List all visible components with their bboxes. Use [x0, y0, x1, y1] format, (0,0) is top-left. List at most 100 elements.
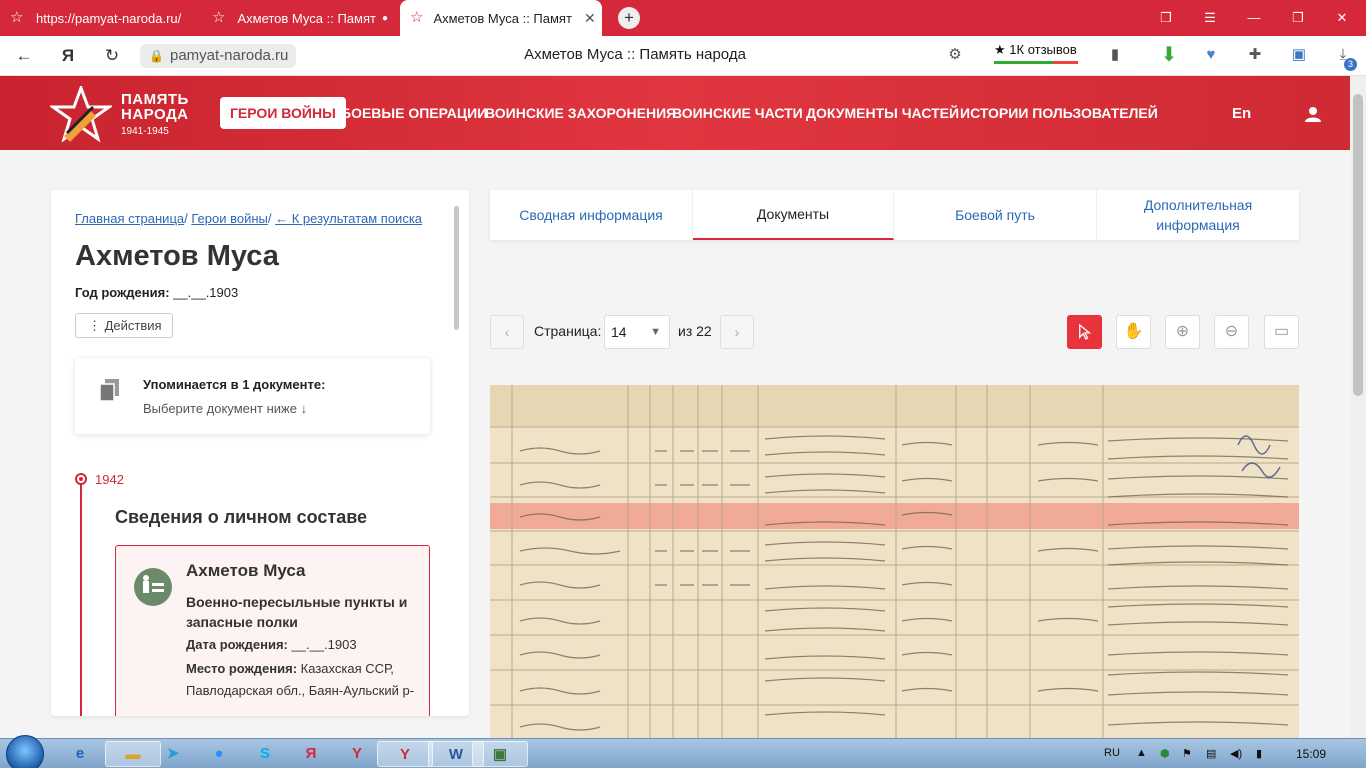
- browser-tab-1[interactable]: ☆ https://pamyat-naroda.ru/: [0, 0, 200, 36]
- timeline-line: [80, 479, 82, 716]
- birth-year: Год рождения: __.__.1903: [75, 285, 238, 300]
- yandex-icon[interactable]: Я: [56, 44, 80, 68]
- skype-icon[interactable]: S: [245, 741, 285, 767]
- tab-additional-info[interactable]: Дополнительная информация: [1097, 190, 1299, 240]
- url-text: pamyat-naroda.ru: [170, 47, 289, 64]
- zoom-icon[interactable]: ●: [199, 741, 239, 767]
- page-select[interactable]: 14 ▼: [604, 315, 670, 349]
- restore-icon[interactable]: ❐: [1278, 0, 1318, 36]
- scanned-register-page: [490, 385, 1299, 745]
- reviews-widget[interactable]: ★ 1К отзывов: [994, 42, 1078, 64]
- person-panel: Главная страница/ Герои войны/ ← К резул…: [51, 190, 469, 716]
- actions-button[interactable]: ⋮ Действия: [75, 313, 173, 338]
- breadcrumb-heroes[interactable]: Герои войны: [191, 211, 268, 226]
- minimize-icon[interactable]: —: [1234, 0, 1274, 36]
- logo-star-icon[interactable]: [50, 86, 112, 142]
- fullscreen-button[interactable]: ▭: [1264, 315, 1299, 349]
- flag-icon[interactable]: ⚑: [1182, 747, 1192, 760]
- lock-icon: 🔒: [149, 49, 164, 63]
- browser-tab-3-active[interactable]: ☆ Ахметов Муса :: Памят ✕: [400, 0, 602, 36]
- heart-icon[interactable]: ♥: [1200, 44, 1222, 66]
- record-birth-place: Место рождения: Казахская ССР, Павлодарс…: [186, 658, 422, 702]
- yandex-icon[interactable]: Я: [291, 741, 331, 767]
- breadcrumb: Главная страница/ Герои войны/ ← К резул…: [75, 211, 423, 226]
- language-indicator[interactable]: RU: [1104, 747, 1120, 759]
- document-scan-image[interactable]: [490, 385, 1299, 745]
- yandex-browser-active-icon[interactable]: Y: [377, 741, 433, 767]
- zoom-in-button[interactable]: ⊕: [1165, 315, 1200, 349]
- tab-summary[interactable]: Сводная информация: [490, 190, 693, 240]
- logo-text[interactable]: ПАМЯТЬ НАРОДА: [121, 92, 189, 122]
- browser-tab-label: Ахметов Муса :: Памят: [433, 10, 572, 26]
- logo-years: 1941-1945: [121, 126, 169, 137]
- extensions-icon[interactable]: ⚙: [944, 44, 966, 66]
- new-tab-button[interactable]: +: [618, 7, 640, 29]
- volume-icon[interactable]: ◀): [1230, 747, 1242, 760]
- yandex-browser-icon[interactable]: Y: [337, 741, 377, 767]
- back-icon[interactable]: ←: [12, 44, 36, 68]
- zoom-out-button[interactable]: ⊖: [1214, 315, 1249, 349]
- browser-tab-label: Ахметов Муса :: Памят: [237, 10, 376, 26]
- close-window-icon[interactable]: ✕: [1322, 0, 1362, 36]
- documents-icon: [99, 379, 119, 402]
- record-type: Военно-пересыльные пункты и запасные пол…: [186, 594, 408, 630]
- menu-units[interactable]: ВОИНСКИЕ ЧАСТИ: [672, 97, 803, 129]
- birth-year-value: __.__.1903: [173, 285, 239, 300]
- zoom-out-icon: ⊖: [1224, 323, 1239, 340]
- puzzle-icon[interactable]: ✚: [1244, 44, 1266, 66]
- tray-expand-icon[interactable]: ▲: [1136, 747, 1147, 759]
- network-icon[interactable]: ▮: [1256, 747, 1262, 760]
- address-bar: ← Я ↻ 🔒 pamyat-naroda.ru Ахметов Муса ::…: [0, 36, 1366, 76]
- telegram-icon[interactable]: ➤: [153, 741, 193, 767]
- person-name: Ахметов Муса: [75, 240, 279, 272]
- panel-scrollbar[interactable]: [454, 206, 459, 330]
- security-shield-icon[interactable]: ⬢: [1160, 747, 1170, 760]
- menu-user-stories[interactable]: ИСТОРИИ ПОЛЬЗОВАТЕЛЕЙ: [960, 97, 1158, 129]
- image-icon[interactable]: ▣: [1288, 44, 1310, 66]
- bookmark-icon[interactable]: ▮: [1104, 44, 1126, 66]
- start-button-icon[interactable]: [6, 735, 44, 768]
- zoom-in-icon: ⊕: [1175, 323, 1190, 340]
- prev-page-button[interactable]: ‹: [490, 315, 524, 349]
- hand-tool-button[interactable]: ✋: [1116, 315, 1151, 349]
- image-viewer-icon[interactable]: ▣: [472, 741, 528, 767]
- notification-badge: 3: [1344, 58, 1357, 71]
- menu-operations[interactable]: БОЕВЫЕ ОПЕРАЦИИ: [341, 97, 487, 129]
- page-scrollbar-thumb[interactable]: [1353, 94, 1363, 396]
- page-select-value: 14: [611, 324, 627, 340]
- url-field[interactable]: 🔒 pamyat-naroda.ru: [140, 44, 297, 68]
- personnel-record-card[interactable]: Ахметов Муса Военно-пересыльные пункты и…: [115, 545, 430, 716]
- windows-taskbar: e ▬ ➤ ● S Я Y Y W ▣ RU ▲ ⬢ ⚑ ▤ ◀) ▮ 15:0…: [0, 735, 1366, 768]
- menu-icon[interactable]: ☰: [1190, 0, 1230, 36]
- audio-dot-icon: ●: [381, 12, 388, 24]
- chevron-right-icon: ›: [734, 324, 740, 340]
- tab-combat-path[interactable]: Боевой путь: [894, 190, 1097, 240]
- language-switch[interactable]: En: [1232, 105, 1251, 122]
- star-icon: ☆: [410, 9, 424, 26]
- logo-line-1: ПАМЯТЬ: [121, 91, 189, 108]
- download-arrow-icon[interactable]: ⬇: [1158, 44, 1180, 66]
- menu-burials[interactable]: ВОИНСКИЕ ЗАХОРОНЕНИЯ: [485, 97, 676, 129]
- ie-icon[interactable]: e: [60, 741, 100, 767]
- browser-tab-2[interactable]: ☆ Ахметов Муса :: Памят ●: [202, 0, 398, 36]
- pointer-tool-button[interactable]: [1067, 315, 1102, 349]
- chevron-left-icon: ‹: [504, 324, 510, 340]
- page-title-display: Ахметов Муса :: Память народа: [524, 46, 746, 63]
- menu-heroes[interactable]: ГЕРОИ ВОЙНЫ: [220, 97, 346, 129]
- user-icon[interactable]: [1304, 106, 1322, 122]
- breadcrumb-back-to-results[interactable]: ← К результатам поиска: [275, 211, 422, 226]
- page-scrollbar[interactable]: [1350, 76, 1366, 738]
- breadcrumb-home[interactable]: Главная страница: [75, 211, 184, 226]
- tab-manager-icon[interactable]: ❐: [1146, 0, 1186, 36]
- device-icon[interactable]: ▤: [1206, 747, 1216, 760]
- reload-icon[interactable]: ↻: [100, 44, 124, 68]
- star-icon: ☆: [212, 9, 226, 26]
- close-tab-icon[interactable]: ✕: [584, 10, 596, 27]
- record-name: Ахметов Муса: [186, 561, 306, 580]
- menu-unit-documents[interactable]: ДОКУМЕНТЫ ЧАСТЕЙ: [806, 97, 959, 129]
- next-page-button[interactable]: ›: [720, 315, 754, 349]
- reviews-label: 1К отзывов: [1009, 42, 1077, 57]
- clock[interactable]: 15:09: [1296, 747, 1326, 761]
- tab-documents[interactable]: Документы: [693, 190, 894, 240]
- personnel-icon: [134, 568, 172, 606]
